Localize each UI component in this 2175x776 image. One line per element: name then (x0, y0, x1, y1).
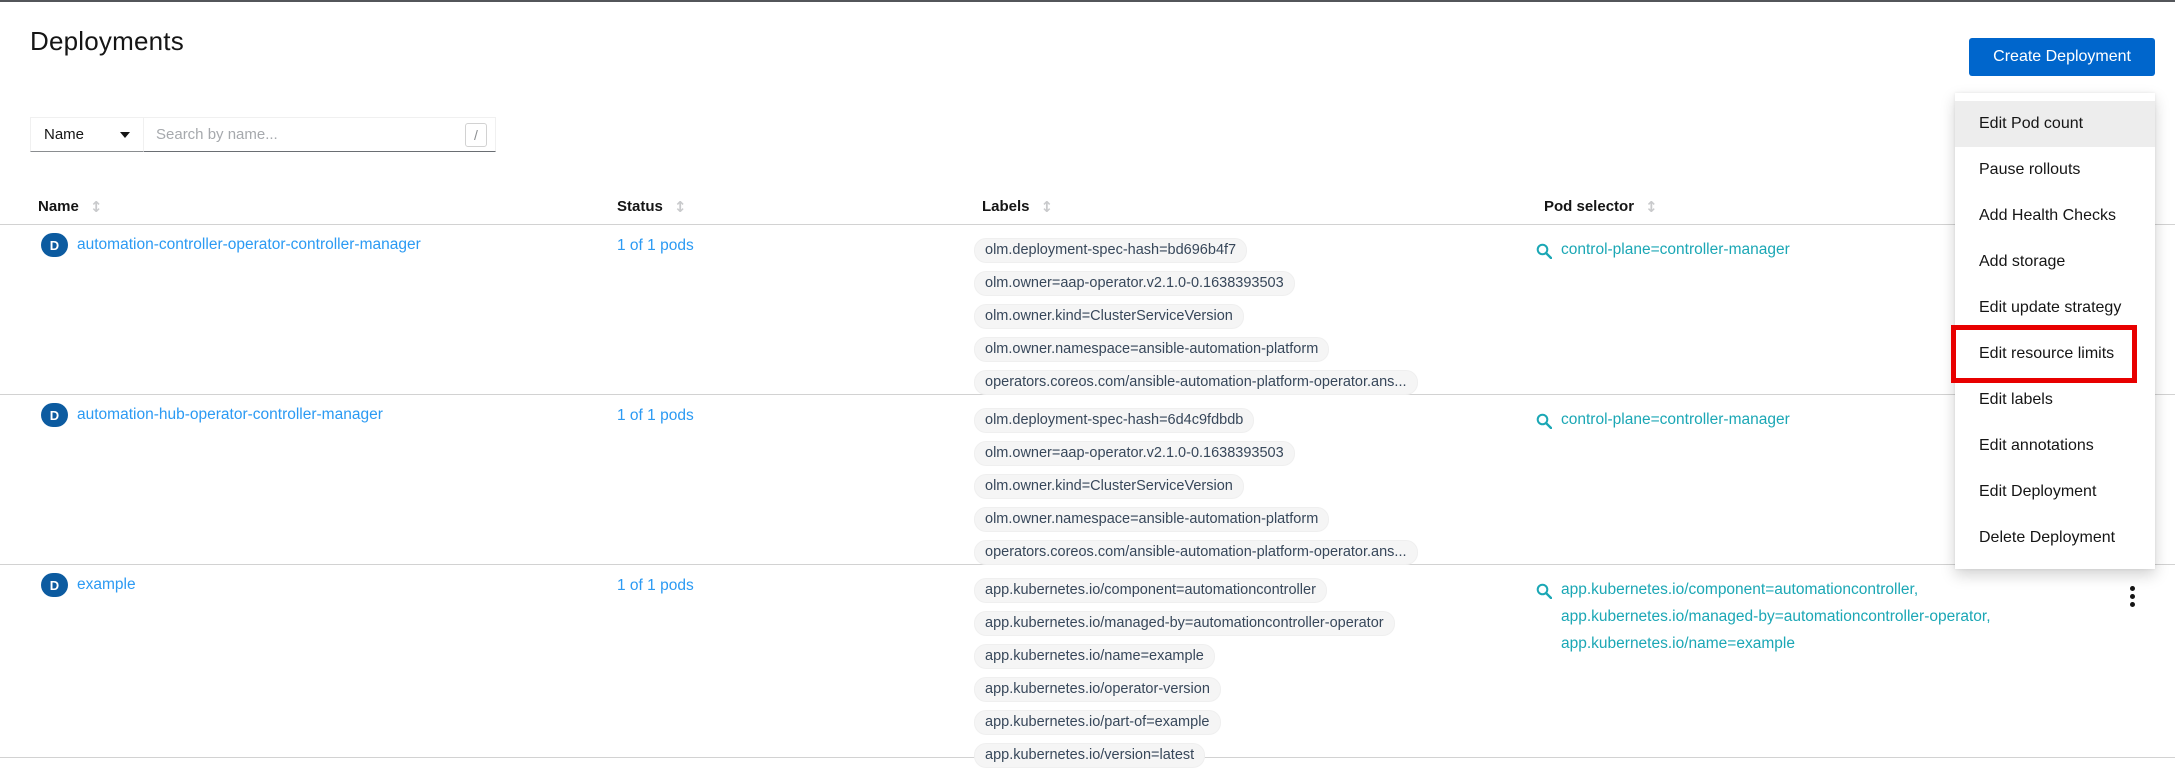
search-icon (1536, 411, 1552, 438)
deployment-badge: D (41, 233, 68, 257)
menu-item-edit-update-strategy[interactable]: Edit update strategy (1955, 285, 2155, 331)
label-chip[interactable]: olm.owner=aap-operator.v2.1.0-0.16383935… (974, 271, 1295, 296)
deployment-badge: D (41, 403, 68, 427)
menu-item-pause-rollouts[interactable]: Pause rollouts (1955, 147, 2155, 193)
menu-item-edit-pod-count[interactable]: Edit Pod count (1955, 101, 2155, 147)
keyboard-shortcut-badge: / (465, 123, 487, 147)
search-icon (1536, 241, 1552, 268)
label-chip[interactable]: olm.deployment-spec-hash=bd696b4f7 (974, 238, 1247, 263)
search-icon (1536, 581, 1552, 608)
labels-cell: olm.deployment-spec-hash=6d4c9fdbdb olm.… (974, 395, 1536, 573)
filter-type-label: Name (44, 126, 84, 143)
label-chip[interactable]: operators.coreos.com/ansible-automation-… (974, 540, 1418, 565)
label-chip[interactable]: olm.owner.kind=ClusterServiceVersion (974, 304, 1244, 329)
deployments-table: Name ↕ Status ↕ Labels ↕ Pod selector ↕ … (0, 189, 2175, 758)
pods-status-link[interactable]: 1 of 1 pods (617, 237, 694, 254)
table-row: D automation-controller-operator-control… (0, 225, 2175, 395)
deployment-badge: D (41, 573, 68, 597)
labels-cell: olm.deployment-spec-hash=bd696b4f7 olm.o… (974, 225, 1536, 403)
label-chip[interactable]: olm.owner.namespace=ansible-automation-p… (974, 337, 1329, 362)
sort-icon[interactable]: ↕ (90, 198, 103, 216)
caret-down-icon (120, 132, 130, 138)
pod-selector-link[interactable]: app.kubernetes.io/component=automationco… (1536, 576, 2100, 657)
sort-icon[interactable]: ↕ (1041, 198, 1054, 216)
pods-status-link[interactable]: 1 of 1 pods (617, 407, 694, 424)
labels-cell: app.kubernetes.io/component=automationco… (974, 565, 1536, 776)
column-header-status[interactable]: Status ↕ (609, 198, 974, 216)
menu-item-edit-labels[interactable]: Edit labels (1955, 377, 2155, 423)
actions-menu: Edit Pod count Pause rollouts Add Health… (1955, 93, 2155, 569)
menu-item-edit-resource-limits[interactable]: Edit resource limits (1955, 331, 2155, 377)
pods-status-link[interactable]: 1 of 1 pods (617, 577, 694, 594)
label-chip[interactable]: app.kubernetes.io/name=example (974, 644, 1215, 669)
filter-toolbar: Name / (30, 117, 496, 152)
label-chip[interactable]: olm.owner.namespace=ansible-automation-p… (974, 507, 1329, 532)
label-chip[interactable]: app.kubernetes.io/operator-version (974, 677, 1221, 702)
menu-item-add-health-checks[interactable]: Add Health Checks (1955, 193, 2155, 239)
table-row: D example 1 of 1 pods app.kubernetes.io/… (0, 565, 2175, 758)
label-chip[interactable]: app.kubernetes.io/version=latest (974, 743, 1205, 768)
search-field-wrapper: / (144, 117, 496, 152)
create-deployment-button[interactable]: Create Deployment (1969, 38, 2155, 76)
table-row: D automation-hub-operator-controller-man… (0, 395, 2175, 565)
column-header-labels[interactable]: Labels ↕ (974, 198, 1536, 216)
sort-icon[interactable]: ↕ (674, 198, 687, 216)
label-chip[interactable]: olm.deployment-spec-hash=6d4c9fdbdb (974, 408, 1254, 433)
label-chip[interactable]: olm.owner=aap-operator.v2.1.0-0.16383935… (974, 441, 1295, 466)
search-input[interactable] (144, 118, 495, 151)
menu-item-edit-deployment[interactable]: Edit Deployment (1955, 469, 2155, 515)
deployment-name-link[interactable]: example (77, 576, 136, 594)
sort-icon[interactable]: ↕ (1645, 198, 1658, 216)
deployment-name-link[interactable]: automation-hub-operator-controller-manag… (77, 406, 383, 424)
table-header-row: Name ↕ Status ↕ Labels ↕ Pod selector ↕ (0, 189, 2175, 225)
menu-item-add-storage[interactable]: Add storage (1955, 239, 2155, 285)
label-chip[interactable]: olm.owner.kind=ClusterServiceVersion (974, 474, 1244, 499)
filter-type-dropdown[interactable]: Name (30, 117, 144, 152)
label-chip[interactable]: app.kubernetes.io/component=automationco… (974, 578, 1327, 603)
label-chip[interactable]: operators.coreos.com/ansible-automation-… (974, 370, 1418, 395)
label-chip[interactable]: app.kubernetes.io/part-of=example (974, 710, 1221, 735)
menu-item-delete-deployment[interactable]: Delete Deployment (1955, 515, 2155, 561)
page-title: Deployments (30, 26, 184, 57)
kebab-menu-icon[interactable] (2126, 582, 2139, 611)
column-header-name[interactable]: Name ↕ (30, 198, 609, 216)
deployment-name-link[interactable]: automation-controller-operator-controlle… (77, 236, 421, 254)
masthead-divider (0, 0, 2175, 2)
menu-item-edit-annotations[interactable]: Edit annotations (1955, 423, 2155, 469)
label-chip[interactable]: app.kubernetes.io/managed-by=automationc… (974, 611, 1395, 636)
